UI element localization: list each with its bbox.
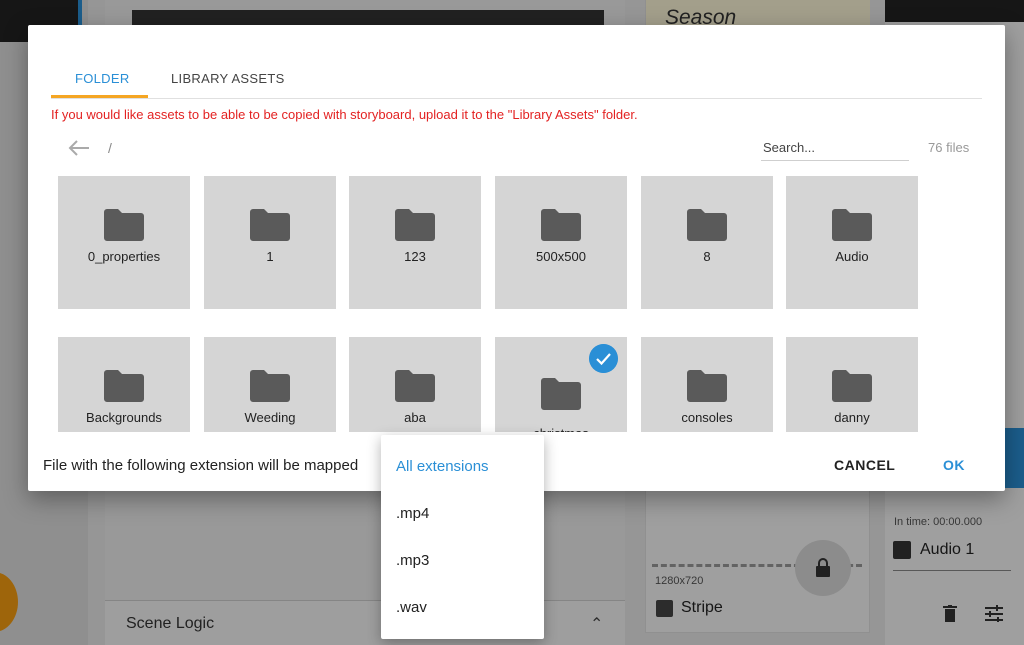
cancel-button[interactable]: CANCEL: [834, 457, 895, 473]
folder-name: Backgrounds: [86, 410, 162, 425]
folder-icon: [104, 209, 144, 241]
folder-name: 500x500: [536, 249, 586, 264]
folder-name: Weeding: [244, 410, 296, 425]
active-tab-indicator: [51, 95, 148, 98]
folder-icon: [687, 370, 727, 402]
ok-button[interactable]: OK: [943, 457, 965, 473]
folder-icon: [250, 209, 290, 241]
menu-item-all-extensions[interactable]: All extensions: [381, 444, 544, 490]
library-notice: If you would like assets to be able to b…: [51, 107, 638, 122]
folder-tile[interactable]: 1: [204, 176, 336, 309]
folder-tile[interactable]: Weeding: [204, 337, 336, 432]
folder-tile[interactable]: aba: [349, 337, 481, 432]
folder-tile[interactable]: 500x500: [495, 176, 627, 309]
folder-icon: [832, 370, 872, 402]
menu-item-mp4[interactable]: .mp4: [381, 491, 544, 537]
folder-name: 1: [266, 249, 274, 264]
dialog-tabs: FOLDER LIBRARY ASSETS: [51, 65, 982, 99]
tab-library-assets[interactable]: LIBRARY ASSETS: [171, 71, 285, 86]
folder-icon: [395, 370, 435, 402]
folder-icon: [687, 209, 727, 241]
folder-tile[interactable]: Audio: [786, 176, 918, 309]
folder-tile[interactable]: consoles: [641, 337, 773, 432]
checkmark-icon: [589, 344, 618, 373]
folder-name: danny: [834, 410, 870, 425]
folder-grid: 0_properties 1 123 500x500 8 Audio Backg…: [58, 176, 928, 432]
extension-dropdown-menu: All extensions .mp4 .mp3 .wav: [381, 435, 544, 639]
search-input[interactable]: [761, 135, 909, 161]
folder-icon: [541, 378, 581, 410]
tab-folder[interactable]: FOLDER: [75, 71, 130, 86]
folder-name: christmas: [495, 426, 627, 432]
folder-tile-selected[interactable]: christmas: [495, 337, 627, 432]
folder-icon: [541, 209, 581, 241]
folder-name: Audio: [835, 249, 869, 264]
folder-name: 0_properties: [87, 249, 161, 264]
folder-icon: [250, 370, 290, 402]
extension-mapping-label: File with the following extension will b…: [43, 457, 359, 474]
folder-icon: [395, 209, 435, 241]
folder-icon: [104, 370, 144, 402]
folder-name: aba: [404, 410, 426, 425]
menu-item-wav[interactable]: .wav: [381, 585, 544, 631]
folder-tile[interactable]: Backgrounds: [58, 337, 190, 432]
folder-path: /: [108, 140, 112, 156]
folder-name: 8: [703, 249, 711, 264]
asset-picker-dialog: FOLDER LIBRARY ASSETS If you would like …: [28, 25, 1005, 491]
folder-icon: [832, 209, 872, 241]
folder-name: 123: [404, 249, 426, 264]
folder-name: consoles: [681, 410, 733, 425]
menu-item-mp3[interactable]: .mp3: [381, 538, 544, 584]
folder-tile[interactable]: 8: [641, 176, 773, 309]
back-arrow-icon[interactable]: [68, 139, 90, 157]
file-count: 76 files: [928, 140, 970, 155]
folder-tile[interactable]: 123: [349, 176, 481, 309]
folder-tile[interactable]: 0_properties: [58, 176, 190, 309]
folder-tile[interactable]: danny: [786, 337, 918, 432]
